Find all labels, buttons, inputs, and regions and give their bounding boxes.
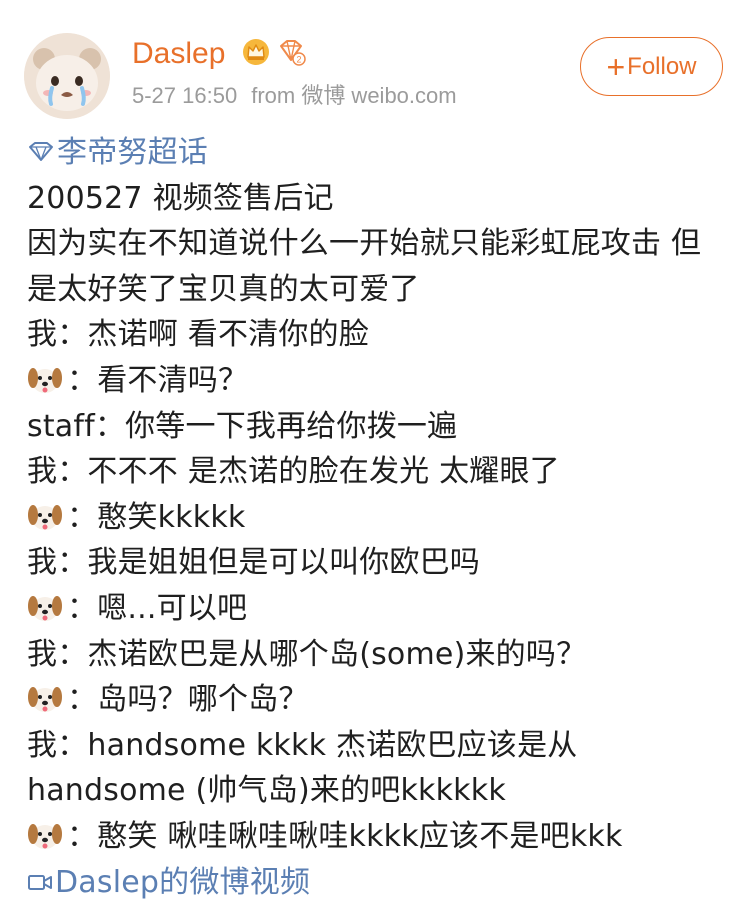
line-text: ：我是姐姐但是可以叫你欧巴吗 — [57, 545, 481, 581]
line-text: ：看不清吗？ — [67, 362, 249, 398]
line-text: ：岛吗？哪个岛？ — [67, 682, 309, 718]
dog-emoji-icon — [28, 595, 62, 621]
line-text: 因为实在不知道说什么一开始就只能彩虹屁攻击 但是太好笑了宝贝真的太可爱了 — [27, 226, 702, 307]
line-text: ：杰诺欧巴是从哪个岛(some)来的吗？ — [57, 636, 587, 672]
topic-label: 李帝努超话 — [57, 135, 208, 170]
plus-icon: + — [606, 48, 626, 85]
video-link-label: Daslep的微博视频 — [55, 864, 311, 900]
line-text: ：嗯...可以吧 — [67, 590, 248, 626]
post-line: 200527 视频签售后记 — [27, 176, 727, 222]
post-line: 我：杰诺欧巴是从哪个岛(some)来的吗？ — [27, 632, 727, 678]
post-line: 因为实在不知道说什么一开始就只能彩虹屁攻击 但是太好笑了宝贝真的太可爱了 — [27, 221, 727, 312]
post-date: 5-27 16:50 — [132, 83, 238, 108]
avatar-bear-icon — [24, 33, 110, 119]
post-line: ：憨笑kkkkk — [27, 495, 727, 541]
member-diamond-icon: 2 — [280, 40, 306, 66]
follow-button[interactable]: + Follow — [580, 37, 723, 96]
post-line: 我：我是姐姐但是可以叫你欧巴吗 — [27, 540, 727, 586]
weibo-post-card: Daslep 2 5-27 16:50 from 微博 weibo.com + Fo… — [0, 0, 750, 917]
post-line: ：憨笑 啾哇啾哇啾哇kkkk应该不是吧kkk — [27, 814, 727, 860]
post-source[interactable]: from 微博 weibo.com — [251, 83, 456, 108]
dog-emoji-icon — [28, 687, 62, 713]
topic-link[interactable]: 李帝努超话 — [27, 130, 727, 176]
line-text: ：杰诺啊 看不清你的脸 — [57, 317, 369, 353]
follow-label: Follow — [627, 52, 697, 80]
line-text: 200527 视频签售后记 — [27, 180, 334, 216]
line-text: ：你等一下我再给你拨一遍 — [94, 408, 458, 444]
post-line: 我：不不不 是杰诺的脸在发光 太耀眼了 — [27, 449, 727, 495]
post-line: staff：你等一下我再给你拨一遍 — [27, 404, 727, 450]
post-line: ：嗯...可以吧 — [27, 586, 727, 632]
post-line: 我：handsome kkkk 杰诺欧巴应该是从handsome (帅气岛)来的… — [27, 723, 727, 814]
post-line: ：岛吗？哪个岛？ — [27, 677, 727, 723]
dog-emoji-icon — [28, 504, 62, 530]
crown-icon — [243, 39, 269, 65]
post-line: ：看不清吗？ — [27, 358, 727, 404]
speaker-label: 我 — [27, 727, 58, 763]
video-link[interactable]: Daslep的微博视频 — [27, 860, 727, 906]
diamond-topic-icon — [29, 142, 53, 161]
video-camera-icon — [28, 874, 52, 890]
avatar[interactable] — [24, 33, 110, 119]
line-text: ：憨笑kkkkk — [67, 499, 246, 535]
svg-text:2: 2 — [296, 55, 301, 65]
post-meta: 5-27 16:50 from 微博 weibo.com — [132, 80, 457, 112]
line-text: ：handsome kkkk 杰诺欧巴应该是从handsome (帅气岛)来的吧… — [27, 727, 578, 809]
speaker-label: 我 — [27, 317, 58, 353]
speaker-label: 我 — [27, 636, 58, 672]
dog-emoji-icon — [28, 823, 62, 849]
line-text: ：不不不 是杰诺的脸在发光 太耀眼了 — [57, 454, 560, 490]
speaker-label: 我 — [27, 454, 58, 490]
line-text: ：憨笑 啾哇啾哇啾哇kkkk应该不是吧kkk — [67, 818, 623, 854]
post-line: 我：杰诺啊 看不清你的脸 — [27, 312, 727, 358]
speaker-label: 我 — [27, 545, 58, 581]
dog-emoji-icon — [28, 367, 62, 393]
speaker-label: staff — [27, 408, 95, 444]
post-body: 李帝努超话 200527 视频签售后记 因为实在不知道说什么一开始就只能彩虹屁攻… — [27, 130, 727, 905]
author-name[interactable]: Daslep — [132, 34, 225, 74]
